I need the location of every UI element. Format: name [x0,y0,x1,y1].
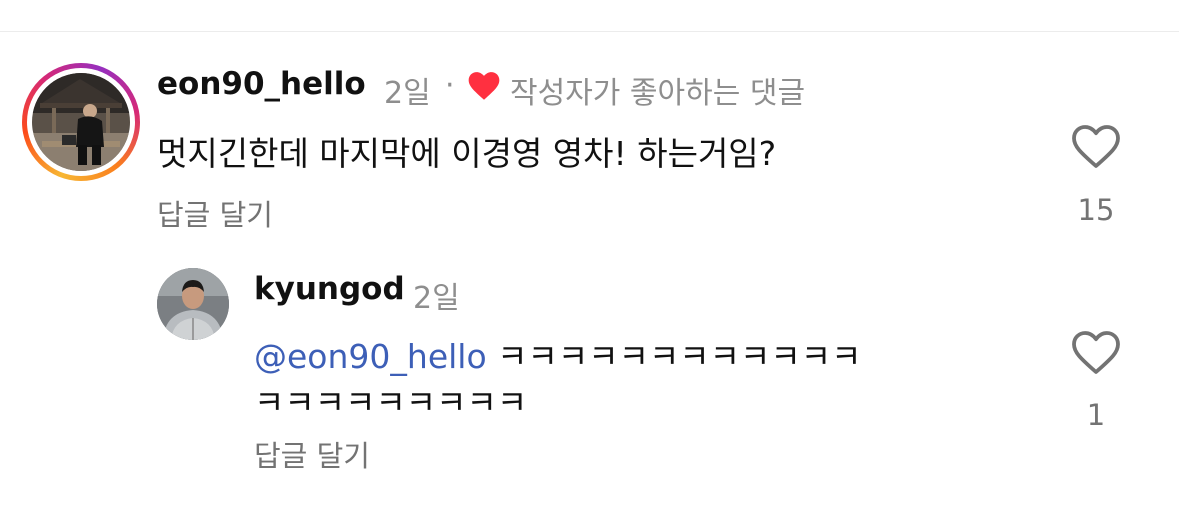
reply-button[interactable]: 답글 달기 [254,433,370,475]
comment-username[interactable]: eon90_hello [157,66,366,102]
avatar-with-story-ring[interactable] [22,63,140,181]
comment-age: 2일 [384,76,431,111]
reply-age: 2일 [413,281,460,316]
like-count: 15 [1077,193,1115,227]
reply-text-line2: ㅋㅋㅋㅋㅋㅋㅋㅋㅋ [254,383,528,422]
reply-text: ㅋㅋㅋㅋㅋㅋㅋㅋㅋㅋㅋㅋ [486,337,862,376]
like-count: 1 [1086,398,1106,432]
like-button[interactable] [1070,328,1122,376]
reply-button[interactable]: 답글 달기 [157,192,273,234]
heart-outline-icon [1072,331,1120,374]
mention-link[interactable]: @eon90_hello [254,337,487,376]
meta-separator: · [445,68,455,103]
creator-liked-label: 작성자가 좋아하는 댓글 [510,76,806,111]
top-divider [0,31,1179,32]
comment-text: 멋지긴한데 마지막에 이경영 영차! 하는거임? [157,134,777,173]
reply-username[interactable]: kyungod [254,271,405,307]
heart-outline-icon [1072,125,1120,168]
reply-text-line1: @eon90_hello ㅋㅋㅋㅋㅋㅋㅋㅋㅋㅋㅋㅋ [254,330,861,378]
heart-filled-icon [468,71,500,101]
like-button[interactable] [1070,122,1122,170]
avatar[interactable] [157,268,229,340]
avatar [32,73,130,171]
